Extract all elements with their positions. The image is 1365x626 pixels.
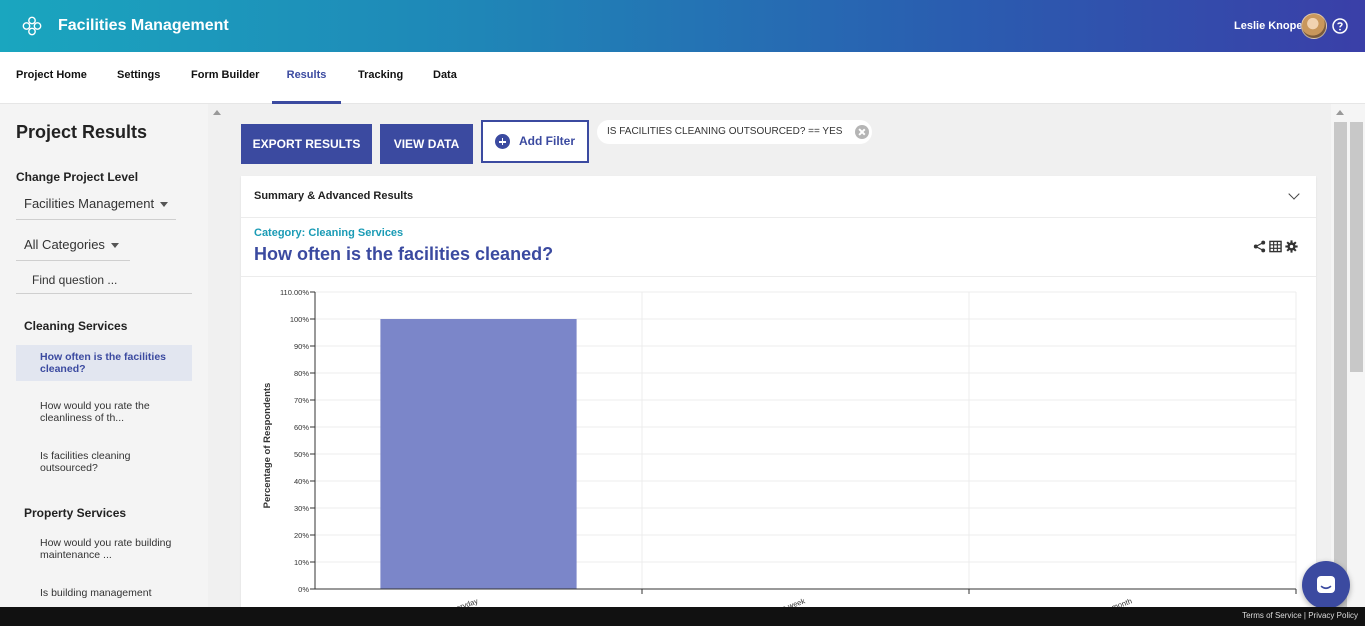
table-icon[interactable] xyxy=(1269,240,1282,253)
share-icon[interactable] xyxy=(1253,240,1266,253)
y-tick-label: 50% xyxy=(294,450,309,459)
scroll-up-icon[interactable] xyxy=(213,110,221,115)
add-filter-label: Add Filter xyxy=(519,134,575,148)
filter-chip: IS FACILITIES CLEANING OUTSOURCED? == YE… xyxy=(597,120,873,144)
caret-down-icon xyxy=(160,202,169,208)
sidebar-scrollbar[interactable] xyxy=(208,104,226,607)
help-icon[interactable] xyxy=(1332,18,1348,34)
y-tick-label: 80% xyxy=(294,369,309,378)
sidebar-question-item[interactable]: How often is the facilities cleaned? xyxy=(16,345,192,381)
scrollbar-thumb[interactable] xyxy=(1350,122,1363,372)
sidebar-question-item[interactable]: How would you rate the cleanliness of th… xyxy=(16,394,192,430)
y-tick-label: 20% xyxy=(294,531,309,540)
summary-advanced-label: Summary & Advanced Results xyxy=(254,190,414,202)
sidebar-question-item[interactable]: Is facilities cleaning outsourced? xyxy=(16,444,192,480)
tab-project-home[interactable]: Project Home xyxy=(16,52,87,104)
question-actions xyxy=(1253,240,1298,253)
summary-advanced-toggle[interactable]: Summary & Advanced Results xyxy=(241,176,1316,218)
add-filter-button[interactable]: Add Filter xyxy=(481,120,589,163)
tab-settings[interactable]: Settings xyxy=(117,52,160,104)
y-axis-label: Percentage of Respondents xyxy=(262,383,273,509)
scrollbar-thumb[interactable] xyxy=(1334,122,1347,607)
filter-chip-label: IS FACILITIES CLEANING OUTSOURCED? == YE… xyxy=(607,126,843,137)
results-bar-chart: 0% 10% 20% 30% 40% 50% 60% 70% 80% 90% 100% 110.00%… xyxy=(262,288,1297,607)
scroll-up-icon[interactable] xyxy=(1336,110,1344,115)
tab-results[interactable]: Results xyxy=(272,52,341,104)
y-tick-label: 30% xyxy=(294,504,309,513)
y-tick-label: 0% xyxy=(298,585,309,594)
x-tick-label: Once a week xyxy=(762,596,806,607)
logo-icon[interactable] xyxy=(22,16,42,36)
chevron-down-icon xyxy=(1288,188,1300,200)
find-question-input[interactable]: Find question ... xyxy=(16,268,192,294)
view-data-button[interactable]: VIEW DATA xyxy=(380,124,473,164)
y-tick-label: 70% xyxy=(294,396,309,405)
sidebar-question-item[interactable]: How would you rate building maintenance … xyxy=(16,531,192,567)
y-tick-label: 90% xyxy=(294,342,309,351)
avatar[interactable] xyxy=(1301,13,1327,39)
remove-filter-icon[interactable] xyxy=(855,125,870,139)
project-level-select[interactable]: Facilities Management xyxy=(16,196,176,220)
question-category: Category: Cleaning Services xyxy=(254,227,404,239)
main-content: EXPORT RESULTS VIEW DATA Add Filter IS F… xyxy=(226,104,1331,607)
y-tick-label: 60% xyxy=(294,423,309,432)
x-tick-label: Everyday xyxy=(447,596,480,607)
category-filter-select[interactable]: All Categories xyxy=(16,237,130,261)
privacy-link[interactable]: Privacy Policy xyxy=(1308,611,1358,620)
sidebar-question-item[interactable]: Is building management xyxy=(16,581,192,605)
user-name[interactable]: Leslie Knope xyxy=(1234,20,1302,32)
bar xyxy=(380,319,577,589)
app-header: Facilities Management Leslie Knope xyxy=(0,0,1365,52)
tab-bar: Project Home Settings Form Builder Resul… xyxy=(0,52,1365,104)
question-title: How often is the facilities cleaned? xyxy=(254,244,554,264)
tab-data[interactable]: Data xyxy=(433,52,457,104)
y-tick-label: 40% xyxy=(294,477,309,486)
gear-icon[interactable] xyxy=(1285,240,1298,253)
chat-button[interactable] xyxy=(1302,561,1350,609)
x-tick-label: Once a month xyxy=(1086,596,1133,607)
y-tick-label: 110.00% xyxy=(280,288,309,297)
sidebar-group-property-services: Property Services xyxy=(24,506,127,520)
tab-tracking[interactable]: Tracking xyxy=(358,52,403,104)
main-scrollbar[interactable] xyxy=(1331,104,1365,607)
sidebar-group-cleaning-services: Cleaning Services xyxy=(24,319,128,333)
sidebar: Project Results Change Project Level Fac… xyxy=(0,104,208,607)
y-tick-label: 100% xyxy=(290,315,310,324)
results-card: Summary & Advanced Results Category: Cle… xyxy=(241,176,1316,607)
category-filter-value: All Categories xyxy=(24,237,105,252)
tab-form-builder[interactable]: Form Builder xyxy=(191,52,259,104)
chat-icon xyxy=(1317,576,1335,593)
footer: Terms of Service | Privacy Policy xyxy=(0,607,1365,626)
terms-link[interactable]: Terms of Service xyxy=(1242,611,1302,620)
app-title: Facilities Management xyxy=(58,17,229,34)
project-level-value: Facilities Management xyxy=(24,196,155,211)
sidebar-title: Project Results xyxy=(16,122,148,142)
plus-circle-icon xyxy=(495,134,510,149)
y-tick-label: 10% xyxy=(294,558,309,567)
project-level-label: Change Project Level xyxy=(16,170,139,184)
caret-down-icon xyxy=(110,243,119,249)
export-results-button[interactable]: EXPORT RESULTS xyxy=(241,124,372,164)
